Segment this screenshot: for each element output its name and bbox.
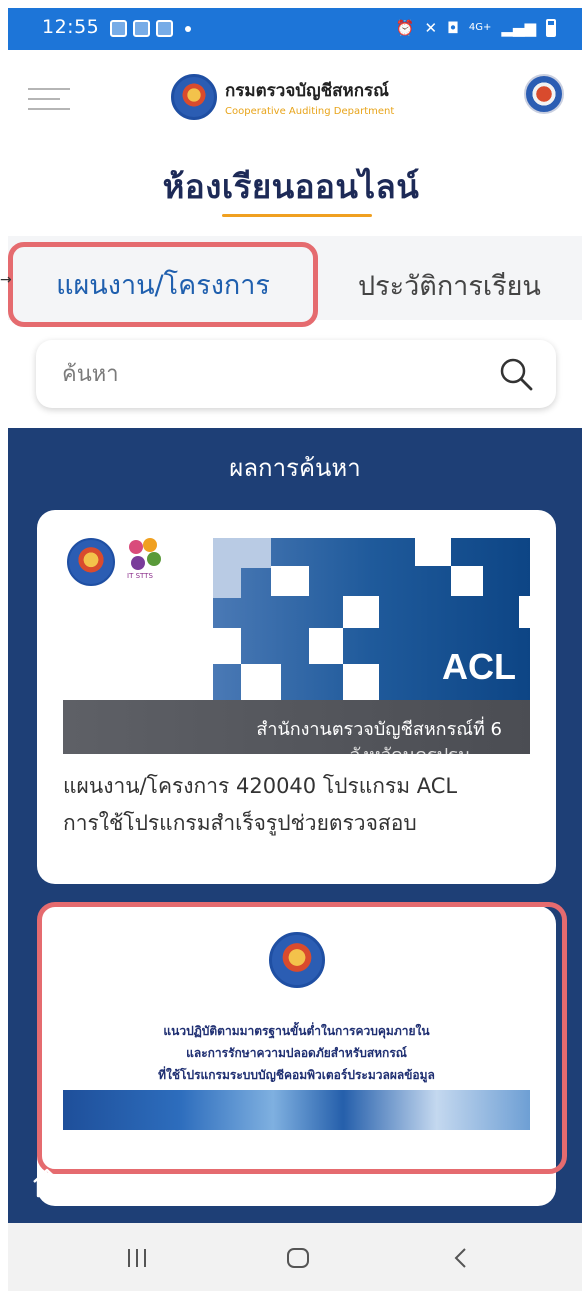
system-nav-bar bbox=[8, 1223, 582, 1291]
cover-title-line1: แนวปฏิบัติตามมาตรฐานขั้นต่ำในการควบคุมภา… bbox=[163, 1024, 430, 1038]
tab-bar: แผนงาน/โครงการ ประวัติการเรียน bbox=[8, 236, 582, 327]
recent-apps-icon bbox=[128, 1249, 146, 1267]
mute-icon: ✕ bbox=[424, 19, 438, 37]
it-logo-caption: IT STTS bbox=[127, 572, 153, 580]
user-avatar[interactable] bbox=[524, 74, 564, 114]
org-name-en: Cooperative Auditing Department bbox=[225, 106, 395, 117]
course-description-line2: การใช้โปรแกรมสำเร็จรูปช่วยตรวจสอบ bbox=[63, 811, 417, 835]
course-banner-acl: ACL IT STTS สำนักงานตรวจบัญชีสหกรณ์ที่ 6… bbox=[63, 538, 530, 754]
status-time: 12:55 bbox=[42, 16, 100, 38]
network-icon: 4G+ bbox=[468, 22, 492, 33]
search-results-section: ผลการค้นหา ACL IT STTS สำนักงานตรวจบัญชี… bbox=[8, 428, 582, 1223]
course-description-line1: แผนงาน/โครงการ 420040 โปรแกรม ACL bbox=[63, 774, 458, 798]
course-cover-internal-control: แนวปฏิบัติตามมาตรฐานขั้นต่ำในการควบคุมภา… bbox=[63, 906, 530, 1130]
pointer-arrow-icon: → bbox=[0, 272, 12, 288]
search-icon[interactable] bbox=[498, 356, 534, 392]
banner-office-caption: สำนักงานตรวจบัญชีสหกรณ์ที่ 6 bbox=[256, 719, 502, 740]
recent-apps-button[interactable] bbox=[120, 1241, 154, 1275]
app-notification-icon bbox=[156, 20, 173, 37]
data-saver-icon: ◘ bbox=[447, 19, 459, 37]
system-home-icon bbox=[287, 1248, 309, 1268]
home-icon[interactable] bbox=[30, 1166, 64, 1200]
mail-notification-icon bbox=[133, 20, 150, 37]
system-home-button[interactable] bbox=[281, 1241, 315, 1275]
system-icons: ⏰ ✕ ◘ 4G+ ▂▄▆ bbox=[396, 19, 556, 37]
org-name-th: กรมตรวจบัญชีสหกรณ์ bbox=[225, 81, 389, 101]
search-box bbox=[36, 340, 556, 408]
page-title: ห้องเรียนออนไลน์ bbox=[162, 167, 420, 206]
signal-icon: ▂▄▆ bbox=[501, 19, 536, 37]
back-chevron-icon bbox=[454, 1248, 466, 1268]
notification-icons bbox=[110, 20, 191, 37]
course-description: แผนงาน/โครงการ 420040 โปรแกรม ACL การใช้… bbox=[63, 768, 533, 842]
result-card-internal-control[interactable]: แนวปฏิบัติตามมาตรฐานขั้นต่ำในการควบคุมภา… bbox=[37, 906, 556, 1206]
results-title: ผลการค้นหา bbox=[229, 454, 361, 482]
banner-province-caption: จังหวัดนครปฐม bbox=[350, 740, 470, 754]
alarm-icon: ⏰ bbox=[395, 19, 415, 37]
more-notifications-dot-icon bbox=[185, 25, 191, 32]
tab-plans-projects[interactable]: แผนงาน/โครงการ bbox=[8, 242, 318, 327]
org-emblem-icon bbox=[269, 932, 325, 988]
search-input[interactable] bbox=[36, 361, 476, 387]
back-button[interactable] bbox=[444, 1241, 478, 1275]
org-logo[interactable]: กรมตรวจบัญชีสหกรณ์ Cooperative Auditing … bbox=[171, 74, 394, 120]
tab-learning-history[interactable]: ประวัติการเรียน bbox=[358, 264, 541, 307]
it-flower-logo-icon: IT STTS bbox=[125, 538, 165, 586]
tab-plans-projects-label: แผนงาน/โครงการ bbox=[56, 270, 270, 301]
banner-acl-label: ACL bbox=[442, 646, 516, 687]
title-underline bbox=[222, 214, 372, 217]
battery-icon bbox=[546, 19, 556, 37]
cover-title-line3: ที่ใช้โปรแกรมระบบบัญชีคอมพิวเตอร์ประมวลผ… bbox=[158, 1068, 435, 1082]
gallery-notification-icon bbox=[110, 20, 127, 37]
menu-hamburger-icon[interactable] bbox=[28, 88, 70, 112]
app-header: กรมตรวจบัญชีสหกรณ์ Cooperative Auditing … bbox=[8, 50, 582, 155]
status-bar: 12:55 ⏰ ✕ ◘ 4G+ ▂▄▆ bbox=[8, 8, 582, 50]
result-card-acl[interactable]: ACL IT STTS สำนักงานตรวจบัญชีสหกรณ์ที่ 6… bbox=[37, 510, 556, 884]
cover-tech-image bbox=[63, 1090, 530, 1130]
org-emblem-icon bbox=[67, 538, 115, 586]
cover-title-line2: และการรักษาความปลอดภัยสำหรับสหกรณ์ bbox=[186, 1046, 407, 1060]
org-emblem-icon bbox=[171, 74, 217, 120]
